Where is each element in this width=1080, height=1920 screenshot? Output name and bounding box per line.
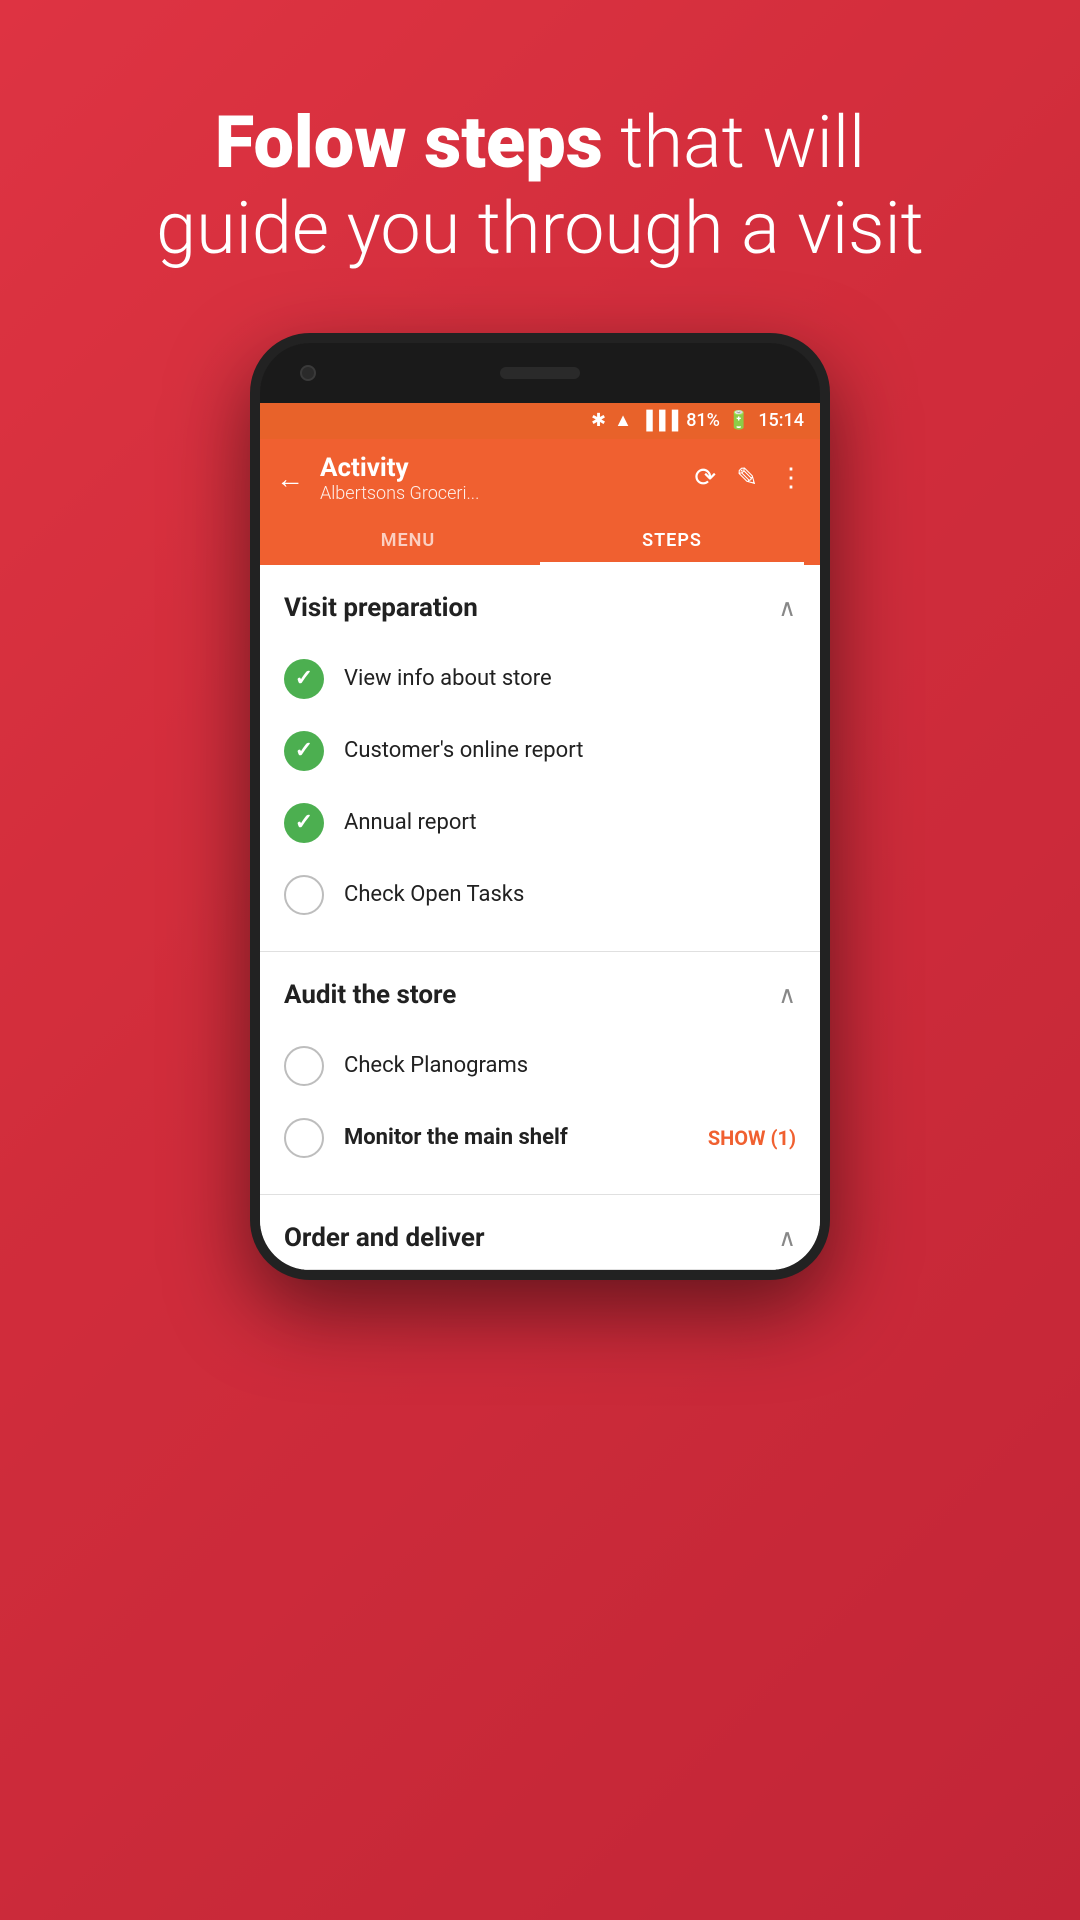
audit-store-items: Check Planograms Monitor the main shelf … xyxy=(260,1030,820,1194)
check-circle-checked: ✓ xyxy=(284,659,324,699)
section-visit-preparation-header[interactable]: Visit preparation ∧ xyxy=(260,565,820,643)
section-visit-preparation-title: Visit preparation xyxy=(284,593,478,623)
status-bar: ✱ ▲ ▐▐▐ 81% 🔋 15:14 xyxy=(260,403,820,439)
app-bar-title: Activity Albertsons Groceri... xyxy=(320,453,479,504)
phone-camera xyxy=(300,365,316,381)
phone-wrapper: ✱ ▲ ▐▐▐ 81% 🔋 15:14 ← Activity Albertson… xyxy=(0,333,1080,1920)
list-item[interactable]: Check Planograms xyxy=(284,1030,796,1102)
chevron-up-icon: ∧ xyxy=(778,594,796,622)
more-icon[interactable]: ⋮ xyxy=(778,463,804,493)
battery-text: 81% xyxy=(686,410,720,431)
app-bar-actions: ⟳ ✎ ⋮ xyxy=(694,463,804,493)
phone-frame: ✱ ▲ ▐▐▐ 81% 🔋 15:14 ← Activity Albertson… xyxy=(250,333,830,1280)
battery-icon: 🔋 xyxy=(728,410,750,431)
section-audit-store: Audit the store ∧ Check Planograms Monit… xyxy=(260,952,820,1195)
section-visit-preparation: Visit preparation ∧ ✓ View info about st… xyxy=(260,565,820,952)
item-label: Check Planograms xyxy=(344,1053,796,1078)
headline: Folow steps that willguide you through a… xyxy=(0,0,1080,333)
item-label: View info about store xyxy=(344,666,796,691)
status-icons: ✱ ▲ ▐▐▐ 81% 🔋 15:14 xyxy=(591,410,804,431)
app-subtitle: Albertsons Groceri... xyxy=(320,483,479,504)
tab-menu[interactable]: MENU xyxy=(276,516,540,565)
chevron-up-icon: ∧ xyxy=(778,1224,796,1252)
list-item[interactable]: ✓ Annual report xyxy=(284,787,796,859)
app-bar-left: ← Activity Albertsons Groceri... xyxy=(276,453,479,504)
bluetooth-icon: ✱ xyxy=(591,410,606,431)
chevron-up-icon: ∧ xyxy=(778,981,796,1009)
edit-icon[interactable]: ✎ xyxy=(736,463,758,493)
section-order-deliver-title: Order and deliver xyxy=(284,1223,484,1253)
check-circle-checked: ✓ xyxy=(284,803,324,843)
app-bar-tabs: MENU STEPS xyxy=(276,516,804,565)
check-circle-unchecked xyxy=(284,1118,324,1158)
section-audit-store-title: Audit the store xyxy=(284,980,456,1010)
checkmark-icon: ✓ xyxy=(295,810,313,835)
phone-top-bar xyxy=(260,343,820,403)
section-order-deliver-header[interactable]: Order and deliver ∧ xyxy=(260,1195,820,1269)
item-label: Customer's online report xyxy=(344,738,796,763)
section-audit-store-header[interactable]: Audit the store ∧ xyxy=(260,952,820,1030)
time-text: 15:14 xyxy=(758,410,804,431)
item-label: Monitor the main shelf xyxy=(344,1125,688,1150)
tab-steps[interactable]: STEPS xyxy=(540,516,804,565)
check-circle-checked: ✓ xyxy=(284,731,324,771)
item-label: Annual report xyxy=(344,810,796,835)
app-title: Activity xyxy=(320,453,479,483)
list-item[interactable]: ✓ View info about store xyxy=(284,643,796,715)
app-bar: ← Activity Albertsons Groceri... ⟳ ✎ ⋮ M… xyxy=(260,439,820,565)
list-item[interactable]: ✓ Customer's online report xyxy=(284,715,796,787)
list-item[interactable]: Monitor the main shelf SHOW (1) xyxy=(284,1102,796,1174)
item-label: Check Open Tasks xyxy=(344,882,796,907)
content: Visit preparation ∧ ✓ View info about st… xyxy=(260,565,820,1270)
checkmark-icon: ✓ xyxy=(295,738,313,763)
visit-preparation-items: ✓ View info about store ✓ Customer's onl… xyxy=(260,643,820,951)
headline-bold: Folow steps xyxy=(215,100,603,185)
check-circle-unchecked xyxy=(284,875,324,915)
phone-speaker xyxy=(500,367,580,379)
history-icon[interactable]: ⟳ xyxy=(694,463,716,493)
phone-screen: ✱ ▲ ▐▐▐ 81% 🔋 15:14 ← Activity Albertson… xyxy=(260,403,820,1270)
show-badge[interactable]: SHOW (1) xyxy=(708,1126,796,1150)
list-item[interactable]: Check Open Tasks xyxy=(284,859,796,931)
checkmark-icon: ✓ xyxy=(295,666,313,691)
check-circle-unchecked xyxy=(284,1046,324,1086)
back-button[interactable]: ← xyxy=(276,462,304,495)
signal-icon: ▐▐▐ xyxy=(640,410,678,431)
wifi-icon: ▲ xyxy=(614,410,632,431)
section-order-deliver: Order and deliver ∧ xyxy=(260,1195,820,1270)
app-bar-top: ← Activity Albertsons Groceri... ⟳ ✎ ⋮ xyxy=(276,453,804,504)
